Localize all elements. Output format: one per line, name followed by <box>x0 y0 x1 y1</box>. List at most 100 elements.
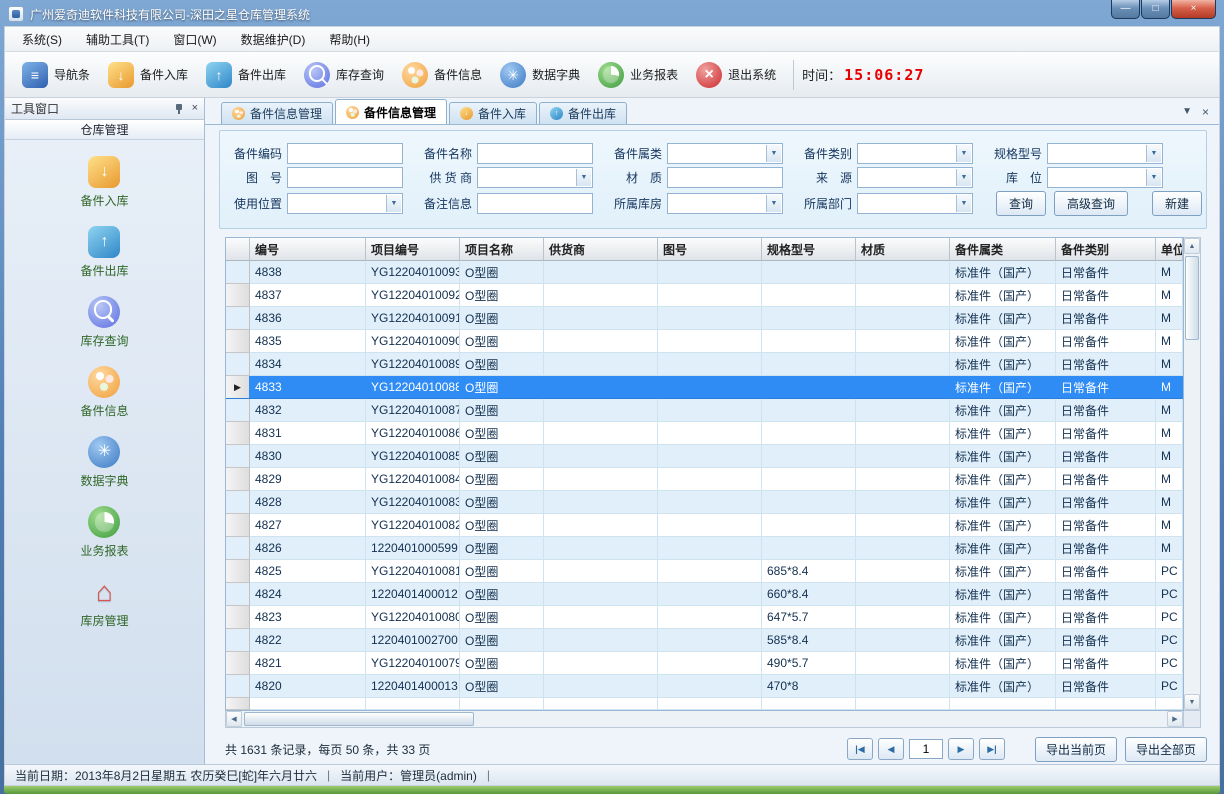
part-code-input[interactable] <box>287 143 403 164</box>
column-header[interactable]: 供货商 <box>544 238 658 261</box>
first-page-button[interactable]: |◀ <box>847 738 873 760</box>
column-header[interactable]: 单位 <box>1156 238 1183 261</box>
menu-item[interactable]: 辅助工具(T) <box>75 27 160 52</box>
toolbar-button[interactable]: 业务报表 <box>589 57 687 93</box>
query-button[interactable]: 查询 <box>996 191 1046 216</box>
material-input[interactable] <box>667 167 783 188</box>
menu-item[interactable]: 系统(S) <box>11 27 73 52</box>
prev-page-button[interactable]: ◀ <box>878 738 904 760</box>
table-row[interactable]: 4838YG12204010093O型圈标准件（国产）日常备件M <box>226 261 1183 284</box>
new-button[interactable]: 新建 <box>1152 191 1202 216</box>
sidebar-item[interactable]: 库存查询 <box>80 296 128 349</box>
toolbar-button[interactable]: × 退出系统 <box>687 57 785 93</box>
row-selector <box>226 560 250 583</box>
table-row[interactable]: 4831YG12204010086O型圈标准件（国产）日常备件M <box>226 422 1183 445</box>
column-header[interactable]: 项目编号 <box>366 238 460 261</box>
toolbar-button[interactable]: ↑ 备件出库 <box>197 57 295 93</box>
table-row[interactable]: 4825YG12204010081O型圈685*8.4标准件（国产）日常备件PC <box>226 560 1183 583</box>
remarks-input[interactable] <box>477 193 593 214</box>
sidebar-item[interactable]: 备件信息 <box>80 366 128 419</box>
sidebar-item[interactable]: ↑ 备件出库 <box>80 226 128 279</box>
table-row[interactable]: 4823YG12204010080O型圈647*5.7标准件（国产）日常备件PC <box>226 606 1183 629</box>
sidebar-caption: 工具窗口 <box>11 100 59 117</box>
tab-list-dropdown-icon[interactable]: ▼ <box>1182 107 1192 117</box>
scroll-right-icon[interactable]: ▶ <box>1167 711 1183 727</box>
vertical-scrollbar[interactable]: ▲ ▼ <box>1184 237 1201 711</box>
cell: PC <box>1156 629 1183 652</box>
table-row[interactable]: 4834YG12204010089O型圈标准件（国产）日常备件M <box>226 353 1183 376</box>
cell: 1220401400012 <box>366 583 460 606</box>
column-header[interactable]: 备件类别 <box>1056 238 1156 261</box>
last-page-button[interactable]: ▶| <box>979 738 1005 760</box>
toolbar-button[interactable]: 库存查询 <box>295 57 393 93</box>
part-category-select[interactable]: ▼ <box>667 143 783 164</box>
tab-close-icon[interactable]: × <box>1202 106 1209 118</box>
export-current-page-button[interactable]: 导出当前页 <box>1035 737 1117 762</box>
advanced-query-button[interactable]: 高级查询 <box>1054 191 1128 216</box>
table-row[interactable]: 4827YG12204010082O型圈标准件（国产）日常备件M <box>226 514 1183 537</box>
vscroll-thumb[interactable] <box>1185 256 1199 340</box>
scroll-left-icon[interactable]: ◀ <box>226 711 242 727</box>
column-header[interactable]: 编号 <box>250 238 366 261</box>
export-all-pages-button[interactable]: 导出全部页 <box>1125 737 1207 762</box>
table-row[interactable]: 48261220401000599O型圈标准件（国产）日常备件M <box>226 537 1183 560</box>
table-row[interactable]: 4836YG12204010091O型圈标准件（国产）日常备件M <box>226 307 1183 330</box>
tab[interactable]: ↓ 备件入库 <box>449 102 537 124</box>
sidebar-item[interactable]: ⌂ 库房管理 <box>80 576 128 629</box>
sidebar-group-header[interactable]: 仓库管理 <box>5 120 204 140</box>
table-row[interactable]: 4832YG12204010087O型圈标准件（国产）日常备件M <box>226 399 1183 422</box>
spec-model-select[interactable]: ▼ <box>1047 143 1163 164</box>
part-name-input[interactable] <box>477 143 593 164</box>
scroll-up-icon[interactable]: ▲ <box>1184 238 1200 254</box>
table-row[interactable]: 4828YG12204010083O型圈标准件（国产）日常备件M <box>226 491 1183 514</box>
tab[interactable]: 备件信息管理 <box>335 99 447 124</box>
sidebar-item[interactable]: ✳ 数据字典 <box>80 436 128 489</box>
column-header[interactable]: 备件属类 <box>950 238 1056 261</box>
menu-item[interactable]: 帮助(H) <box>318 27 381 52</box>
drawing-no-input[interactable] <box>287 167 403 188</box>
cell <box>658 560 762 583</box>
table-row[interactable]: 4830YG12204010085O型圈标准件（国产）日常备件M <box>226 445 1183 468</box>
table-row[interactable]: ▶4833YG12204010088O型圈标准件（国产）日常备件M <box>226 376 1183 399</box>
menu-item[interactable]: 数据维护(D) <box>230 27 317 52</box>
column-header[interactable]: 图号 <box>658 238 762 261</box>
sidebar-item[interactable]: ↓ 备件入库 <box>80 156 128 209</box>
menu-item[interactable]: 窗口(W) <box>162 27 227 52</box>
tab[interactable]: ↑ 备件出库 <box>539 102 627 124</box>
pin-icon[interactable] <box>174 103 184 115</box>
next-page-button[interactable]: ▶ <box>948 738 974 760</box>
sidebar-item[interactable]: 业务报表 <box>80 506 128 559</box>
table-row[interactable]: 4829YG12204010084O型圈标准件（国产）日常备件M <box>226 468 1183 491</box>
close-button[interactable]: × <box>1171 0 1216 19</box>
cell: 标准件（国产） <box>950 514 1056 537</box>
column-header[interactable]: 项目名称 <box>460 238 544 261</box>
column-header[interactable]: 材质 <box>856 238 950 261</box>
column-header[interactable]: 规格型号 <box>762 238 856 261</box>
table-row[interactable]: 4835YG12204010090O型圈标准件（国产）日常备件M <box>226 330 1183 353</box>
hscroll-thumb[interactable] <box>244 712 474 726</box>
usage-location-select[interactable]: ▼ <box>287 193 403 214</box>
sidebar-close-icon[interactable]: × <box>192 103 198 114</box>
table-row[interactable]: 4821YG12204010079O型圈490*5.7标准件（国产）日常备件PC <box>226 652 1183 675</box>
warehouse-select[interactable]: ▼ <box>667 193 783 214</box>
horizontal-scrollbar[interactable]: ◀ ▶ <box>225 711 1184 728</box>
supplier-select[interactable]: ▼ <box>477 167 593 188</box>
source-select[interactable]: ▼ <box>857 167 973 188</box>
storage-location-select[interactable]: ▼ <box>1047 167 1163 188</box>
cell: YG12204010089 <box>366 353 460 376</box>
toolbar-button[interactable]: ≡ 导航条 <box>13 57 99 93</box>
table-row[interactable]: 48221220401002700O型圈585*8.4标准件（国产）日常备件PC <box>226 629 1183 652</box>
table-row[interactable]: 48241220401400012O型圈660*8.4标准件（国产）日常备件PC <box>226 583 1183 606</box>
table-row[interactable]: 4837YG12204010092O型圈标准件（国产）日常备件M <box>226 284 1183 307</box>
minimize-button[interactable]: — <box>1111 0 1140 19</box>
toolbar-button[interactable]: ↓ 备件入库 <box>99 57 197 93</box>
page-number-input[interactable] <box>909 739 943 759</box>
maximize-button[interactable]: □ <box>1141 0 1170 19</box>
department-select[interactable]: ▼ <box>857 193 973 214</box>
table-row[interactable]: 48201220401400013O型圈470*8标准件（国产）日常备件PC <box>226 675 1183 698</box>
toolbar-button[interactable]: ✳ 数据字典 <box>491 57 589 93</box>
tab[interactable]: 备件信息管理 <box>221 102 333 124</box>
toolbar-button[interactable]: 备件信息 <box>393 57 491 93</box>
scroll-down-icon[interactable]: ▼ <box>1184 694 1200 710</box>
part-type-select[interactable]: ▼ <box>857 143 973 164</box>
